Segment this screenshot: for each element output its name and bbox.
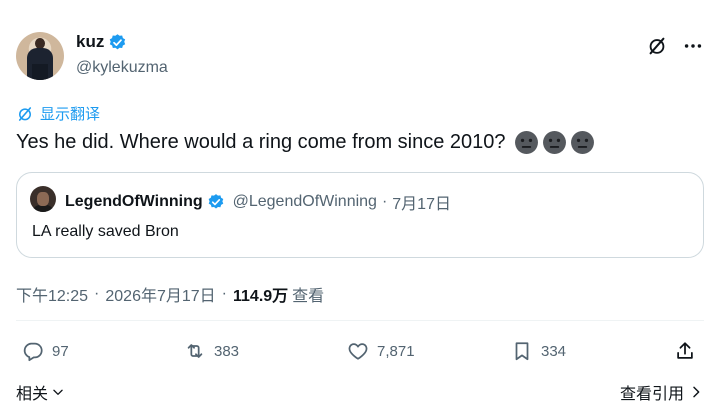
like-count: 7,871 bbox=[377, 342, 415, 360]
tweet-text: Yes he did. Where would a ring come from… bbox=[16, 128, 595, 156]
quoted-tweet-date[interactable]: 7月17日 bbox=[392, 190, 451, 214]
divider bbox=[16, 320, 704, 321]
author-name-row: kuz bbox=[76, 32, 127, 52]
show-translation-label: 显示翻译 bbox=[40, 106, 101, 123]
quoted-author-avatar[interactable] bbox=[30, 186, 56, 212]
more-options-icon[interactable] bbox=[682, 35, 704, 57]
author-display-name[interactable]: kuz bbox=[76, 32, 104, 52]
retweet-icon bbox=[187, 344, 203, 358]
author-avatar[interactable] bbox=[16, 32, 64, 80]
emoji-group bbox=[514, 130, 595, 155]
tweet-time[interactable]: 下午12:25 bbox=[16, 282, 88, 306]
reply-count: 97 bbox=[52, 342, 69, 360]
translate-icon bbox=[18, 106, 32, 121]
meta-separator: · bbox=[221, 285, 227, 302]
quoted-author-display-name[interactable]: LegendOfWinning bbox=[65, 193, 203, 211]
verified-badge-icon bbox=[208, 194, 223, 209]
neutral-face-emoji-icon bbox=[570, 130, 594, 154]
tweet-header: kuz @kylekuzma bbox=[16, 32, 704, 82]
grok-icon[interactable] bbox=[646, 35, 668, 57]
reply-button[interactable]: 97 bbox=[22, 340, 69, 362]
view-quotes-link[interactable]: 查看引用 bbox=[620, 380, 704, 404]
retweet-button[interactable]: 383 bbox=[184, 340, 239, 362]
verified-badge-icon bbox=[110, 33, 126, 49]
show-translation-link[interactable]: 显示翻译 bbox=[16, 103, 100, 124]
neutral-face-emoji-icon bbox=[514, 130, 538, 154]
quoted-tweet-text: LA really saved Bron bbox=[32, 223, 179, 240]
engagement-bar: 97 383 7,871 334 bbox=[0, 340, 720, 370]
views-label[interactable]: 查看 bbox=[292, 282, 324, 306]
chevron-right-icon bbox=[693, 386, 700, 398]
bookmark-icon bbox=[515, 342, 529, 361]
tweet-date[interactable]: 2026年7月17日 bbox=[105, 282, 215, 306]
related-dropdown[interactable]: 相关 bbox=[16, 380, 65, 404]
bookmark-count: 334 bbox=[541, 342, 567, 360]
related-label: 相关 bbox=[16, 386, 49, 403]
share-icon bbox=[677, 342, 693, 359]
bookmark-button[interactable]: 334 bbox=[511, 340, 566, 362]
tweet-top-actions bbox=[646, 35, 704, 57]
quoted-author-handle[interactable]: @LegendOfWinning bbox=[233, 193, 377, 211]
heart-icon bbox=[348, 343, 368, 360]
author-handle[interactable]: @kylekuzma bbox=[76, 59, 168, 77]
retweet-count: 383 bbox=[214, 342, 240, 360]
like-button[interactable]: 7,871 bbox=[347, 340, 415, 362]
tweet-meta: 下午12:25 · 2026年7月17日 · 114.9万 查看 bbox=[16, 282, 324, 306]
meta-separator: · bbox=[94, 285, 100, 302]
quoted-tweet-header: LegendOfWinning @LegendOfWinning · 7月17日 bbox=[65, 190, 451, 214]
chevron-down-icon bbox=[53, 389, 63, 395]
neutral-face-emoji-icon bbox=[542, 130, 566, 154]
quoted-tweet-card[interactable]: LegendOfWinning @LegendOfWinning · 7月17日… bbox=[16, 172, 704, 258]
reply-icon bbox=[23, 342, 43, 362]
tweet-text-content: Yes he did. Where would a ring come from… bbox=[16, 131, 506, 153]
share-button[interactable] bbox=[674, 340, 696, 362]
views-count[interactable]: 114.9万 bbox=[233, 282, 288, 306]
quoted-separator: · bbox=[381, 193, 388, 210]
view-quotes-label: 查看引用 bbox=[619, 386, 684, 403]
